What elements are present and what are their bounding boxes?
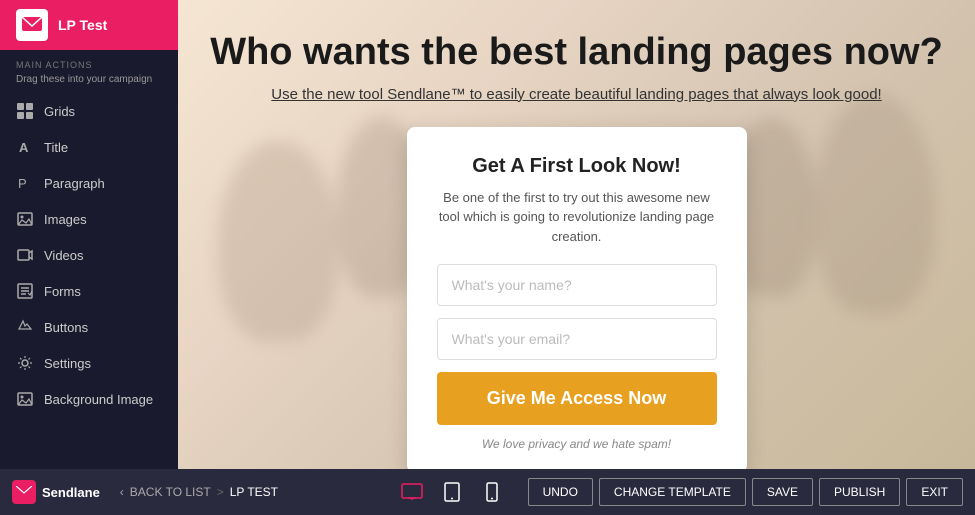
form-privacy-text: We love privacy and we hate spam! [437,437,717,451]
sidebar-item-videos[interactable]: Videos [0,237,178,273]
paragraph-icon: P [16,174,34,192]
bg-image-icon [16,390,34,408]
bg-figure-right [815,94,935,314]
headline-bold: best landing pages [489,31,833,73]
submit-button[interactable]: Give Me Access Now [437,372,717,425]
title-icon: A [16,138,34,156]
sidebar-item-forms-label: Forms [44,284,81,299]
bottom-logo-icon [12,480,36,504]
current-page-label: LP TEST [230,485,278,499]
sidebar-item-videos-label: Videos [44,248,84,263]
subtext-prefix: Use the new tool Sendlane™ to easily cre… [271,86,762,103]
sidebar-item-background-image-label: Background Image [44,392,153,407]
device-icons [396,476,508,508]
email-input[interactable] [437,318,717,360]
desktop-icon[interactable] [396,476,428,508]
sidebar-logo-icon [16,9,48,41]
sidebar-section-sublabel: Drag these into your campaign [0,72,178,93]
form-card: Get A First Look Now! Be one of the firs… [407,127,747,469]
sidebar-item-grids-label: Grids [44,104,75,119]
save-button[interactable]: SAVE [752,478,813,506]
sidebar-item-paragraph-label: Paragraph [44,176,105,191]
form-card-title: Get A First Look Now! [437,155,717,178]
headline-prefix: Who wants the [210,31,489,73]
subtext-suffix: look good! [808,86,881,103]
sidebar-item-title[interactable]: A Title [0,129,178,165]
mobile-icon[interactable] [476,476,508,508]
undo-button[interactable]: UNDO [528,478,593,506]
bg-figure-left [218,141,338,341]
back-to-list-link[interactable]: ‹ BACK TO LIST [120,485,211,499]
form-card-description: Be one of the first to try out this awes… [437,188,717,247]
video-icon [16,246,34,264]
image-icon [16,210,34,228]
sidebar-item-settings-label: Settings [44,356,91,371]
tablet-icon[interactable] [436,476,468,508]
page-subtext: Use the new tool Sendlane™ to easily cre… [271,86,881,103]
headline-suffix: now? [833,31,943,73]
bottom-bar: Sendlane ‹ BACK TO LIST > LP TEST UNDO C… [0,469,975,515]
app-wrapper: LP Test MAIN ACTIONS Drag these into you… [0,0,975,515]
sidebar-item-grids[interactable]: Grids [0,93,178,129]
chevron-left-icon: ‹ [120,485,124,499]
main-area: LP Test MAIN ACTIONS Drag these into you… [0,0,975,469]
back-to-list-label: BACK TO LIST [130,485,211,499]
sidebar-item-background-image[interactable]: Background Image [0,381,178,417]
change-template-button[interactable]: CHANGE TEMPLATE [599,478,746,506]
settings-icon [16,354,34,372]
sidebar-item-paragraph[interactable]: P Paragraph [0,165,178,201]
sidebar-item-buttons-label: Buttons [44,320,88,335]
nav-separator: > [217,485,224,499]
sidebar-item-images[interactable]: Images [0,201,178,237]
content-area: Who wants the best landing pages now? Us… [178,0,975,469]
page-headline: Who wants the best landing pages now? [210,30,943,76]
sidebar-section-label: MAIN ACTIONS [0,50,178,72]
subtext-underline: always [762,86,808,103]
grid-icon [16,102,34,120]
sidebar-item-forms[interactable]: Forms [0,273,178,309]
svg-text:P: P [18,176,27,191]
sidebar: LP Test MAIN ACTIONS Drag these into you… [0,0,178,469]
sidebar-header: LP Test [0,0,178,50]
bottom-actions: UNDO CHANGE TEMPLATE SAVE PUBLISH EXIT [528,478,963,506]
bottom-logo: Sendlane [12,480,100,504]
sidebar-item-title-label: Title [44,140,68,155]
publish-button[interactable]: PUBLISH [819,478,900,506]
button-icon [16,318,34,336]
exit-button[interactable]: EXIT [906,478,963,506]
canvas-bg: Who wants the best landing pages now? Us… [178,0,975,469]
sidebar-item-buttons[interactable]: Buttons [0,309,178,345]
svg-text:A: A [19,140,29,155]
sidebar-item-images-label: Images [44,212,87,227]
bottom-logo-text: Sendlane [42,485,100,500]
sidebar-item-settings[interactable]: Settings [0,345,178,381]
name-input[interactable] [437,264,717,306]
sidebar-title: LP Test [58,17,107,33]
form-icon [16,282,34,300]
